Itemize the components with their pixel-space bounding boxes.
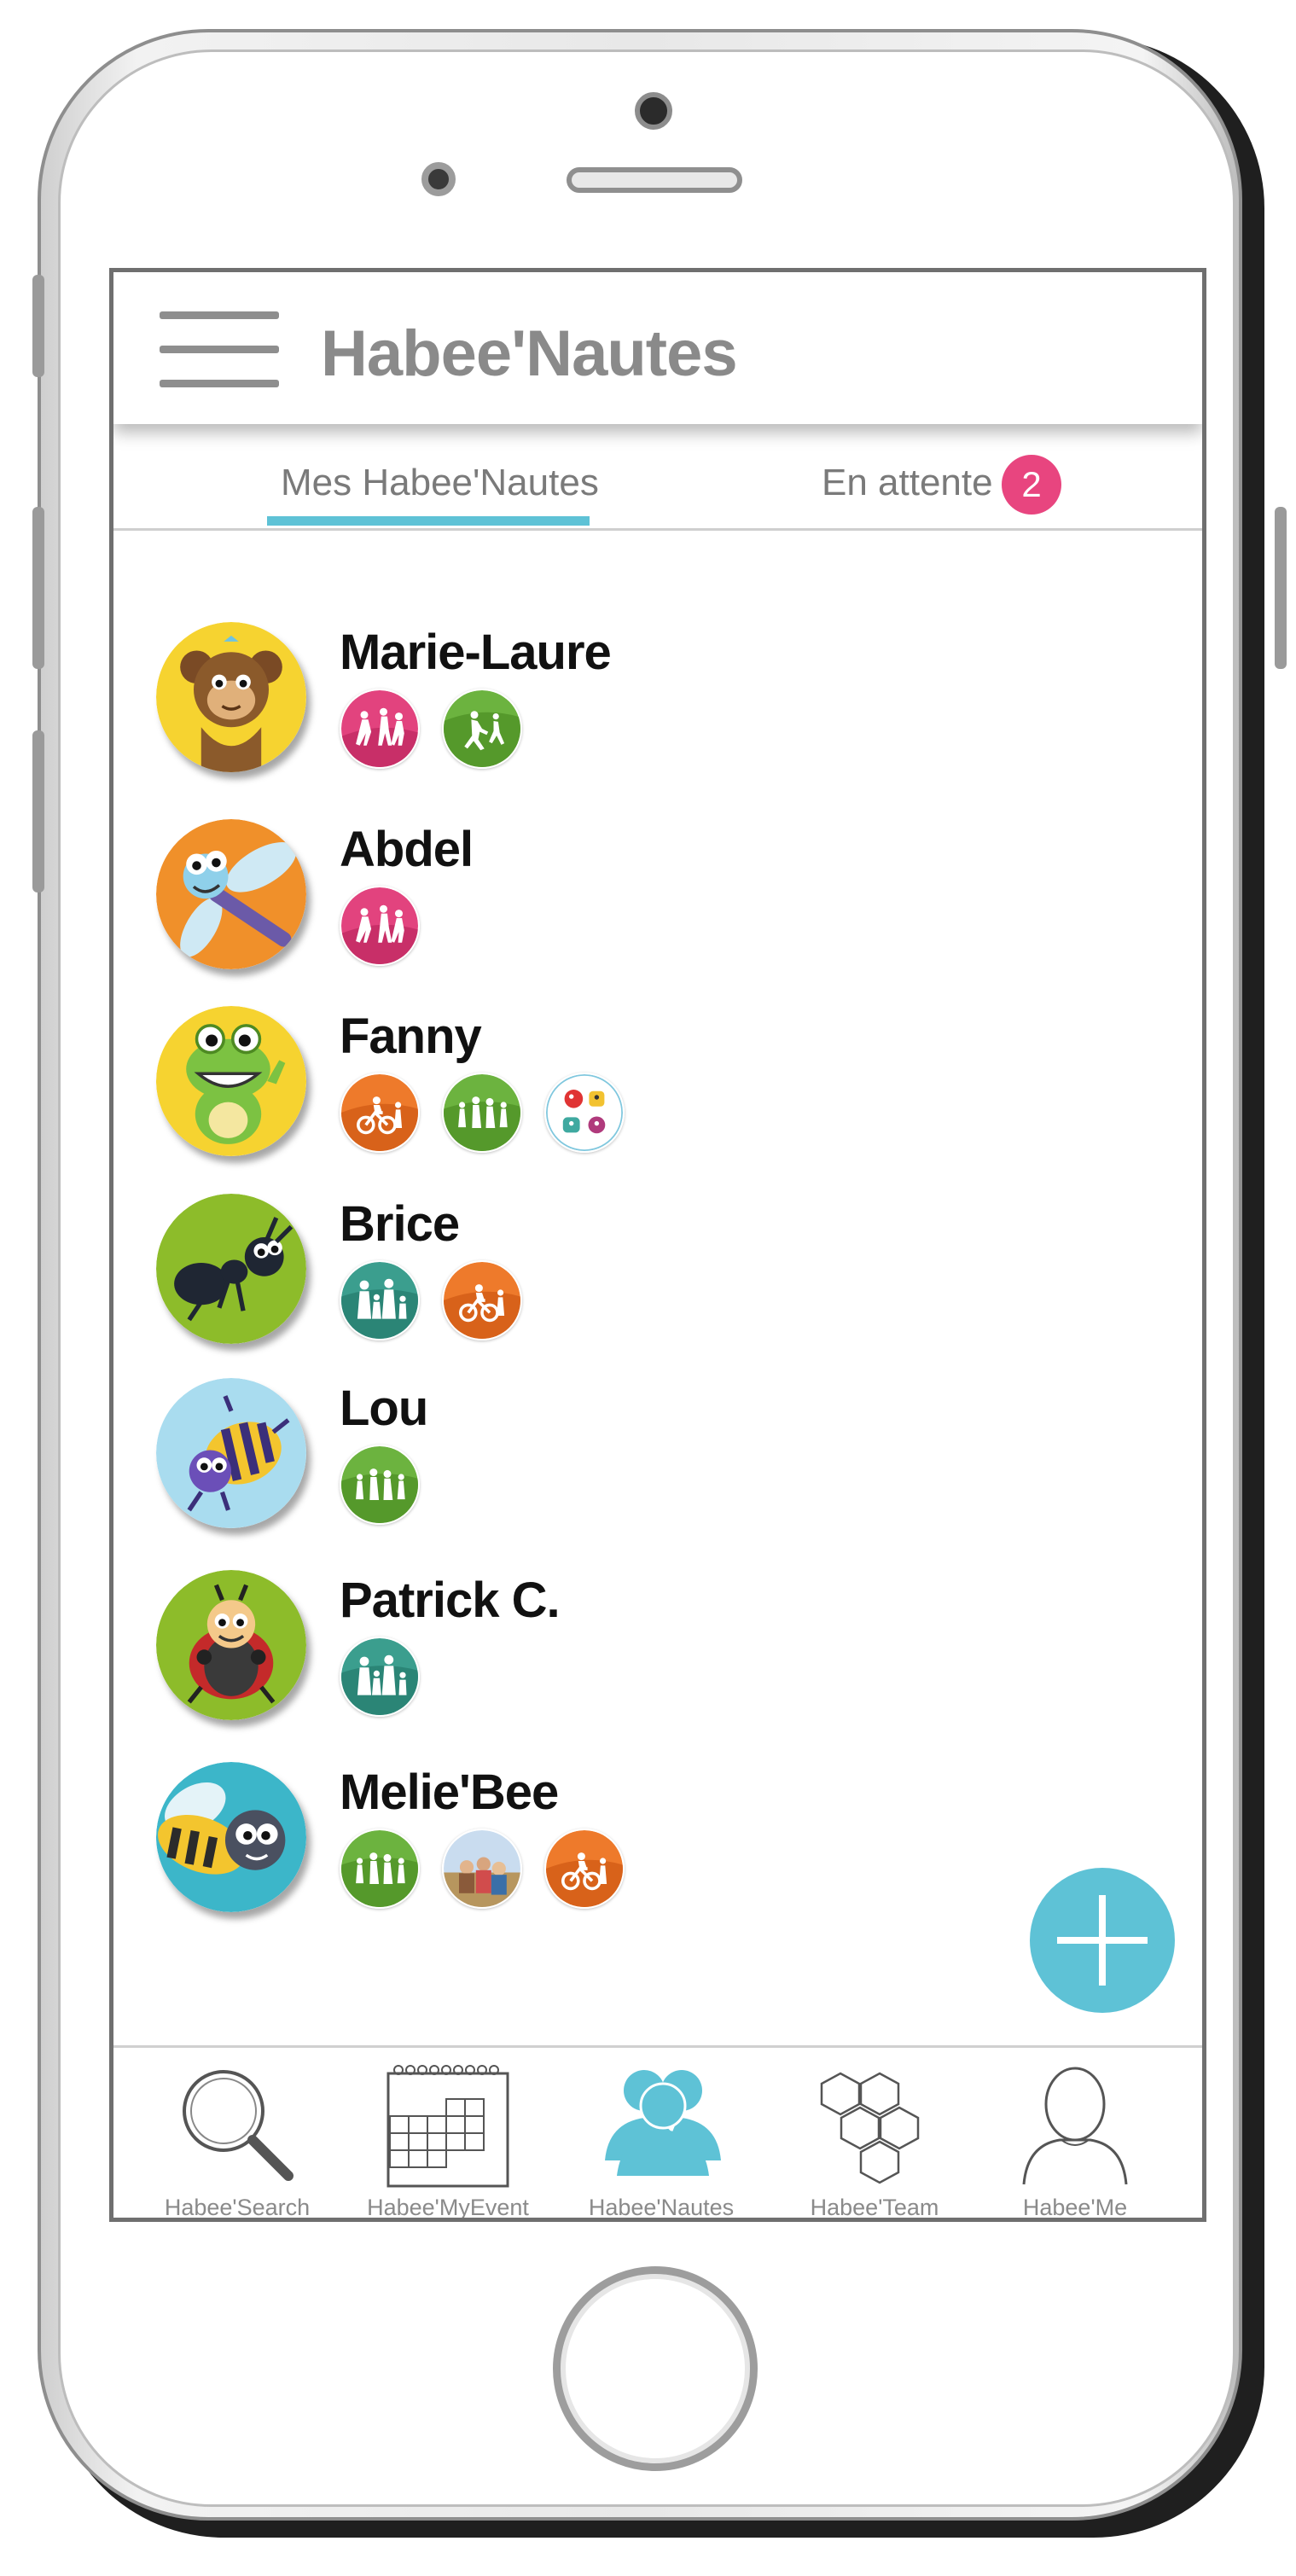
tab-en-attente[interactable]: En attente (822, 462, 993, 504)
power-button (1275, 507, 1287, 669)
walking-activity-icon (340, 1445, 420, 1525)
dance-activity-icon (340, 886, 420, 966)
proximity-sensor (421, 162, 456, 196)
monkey-avatar (156, 622, 306, 772)
page-title: Habee'Nautes (321, 317, 738, 390)
contact-name: Patrick C. (340, 1573, 561, 1628)
cycling-activity-icon (544, 1829, 625, 1909)
nav-habee-nautes[interactable]: Habee'Nautes (559, 2056, 764, 2220)
add-habeenaute-button[interactable] (1030, 1868, 1175, 2013)
person-icon (1022, 2067, 1128, 2185)
hexagons-icon (820, 2072, 920, 2184)
nav-label: Habee'MyEvent (367, 2195, 529, 2220)
nav-label: Habee'Search (164, 2195, 311, 2220)
nav-habee-team[interactable]: Habee'Team (772, 2056, 977, 2220)
nav-label: Habee'Me (1022, 2195, 1128, 2220)
nav-label: Habee'Team (810, 2195, 939, 2220)
bottom-nav: Habee'Search Habee'MyEvent Habee'Nautes … (113, 2045, 1202, 2220)
contact-name: Lou (340, 1381, 428, 1436)
group-photo-icon (442, 1829, 522, 1909)
family-activity-icon (340, 1260, 420, 1340)
pending-count-badge: 2 (1002, 455, 1061, 515)
ant-avatar (156, 1194, 306, 1344)
contact-name: Abdel (340, 822, 474, 877)
contact-name: Brice (340, 1196, 460, 1252)
running-activity-icon (442, 689, 522, 769)
app-screen: Habee'Nautes Mes Habee'Nautes En attente… (109, 268, 1206, 2222)
earpiece-speaker (567, 167, 742, 193)
front-camera (635, 92, 672, 130)
frog-avatar (156, 1006, 306, 1156)
list-item[interactable]: Fanny (113, 1006, 1202, 1177)
tab-mes-habeenautes[interactable]: Mes Habee'Nautes (281, 462, 599, 504)
list-item[interactable]: Patrick C. (113, 1570, 1202, 1741)
bee-avatar (156, 1378, 306, 1528)
walking-activity-icon (442, 1073, 522, 1153)
nav-habee-myevent[interactable]: Habee'MyEvent (346, 2056, 550, 2220)
search-icon (183, 2070, 293, 2181)
people-icon (605, 2070, 721, 2176)
active-tab-indicator (267, 516, 590, 526)
list-item[interactable]: Marie-Laure (113, 622, 1202, 793)
dance-activity-icon (340, 689, 420, 769)
dragonfly-avatar (156, 819, 306, 969)
walking-activity-icon (340, 1829, 420, 1909)
tab-bar: Mes Habee'Nautes En attente 2 (113, 424, 1202, 531)
cycling-activity-icon (442, 1260, 522, 1340)
monsters-activity-icon (544, 1073, 625, 1153)
calendar-icon (386, 2065, 509, 2188)
app-header: Habee'Nautes (113, 272, 1202, 424)
contact-name: Fanny (340, 1009, 482, 1064)
cycling-activity-icon (340, 1073, 420, 1153)
list-item[interactable]: Lou (113, 1378, 1202, 1549)
volume-down-button (32, 730, 44, 893)
bee-avatar (156, 1762, 306, 1912)
nav-label: Habee'Nautes (588, 2195, 735, 2220)
contact-name: Melie'Bee (340, 1765, 559, 1820)
mute-switch (32, 275, 44, 377)
nav-habee-search[interactable]: Habee'Search (135, 2056, 340, 2220)
menu-icon[interactable] (160, 306, 279, 392)
contact-name: Marie-Laure (340, 625, 612, 680)
list-item[interactable]: Brice (113, 1194, 1202, 1364)
ladybug-avatar (156, 1570, 306, 1720)
list-item[interactable]: Abdel (113, 819, 1202, 990)
nav-habee-me[interactable]: Habee'Me (973, 2056, 1177, 2220)
home-button[interactable] (553, 2266, 758, 2471)
family-activity-icon (340, 1637, 420, 1717)
volume-up-button (32, 507, 44, 669)
